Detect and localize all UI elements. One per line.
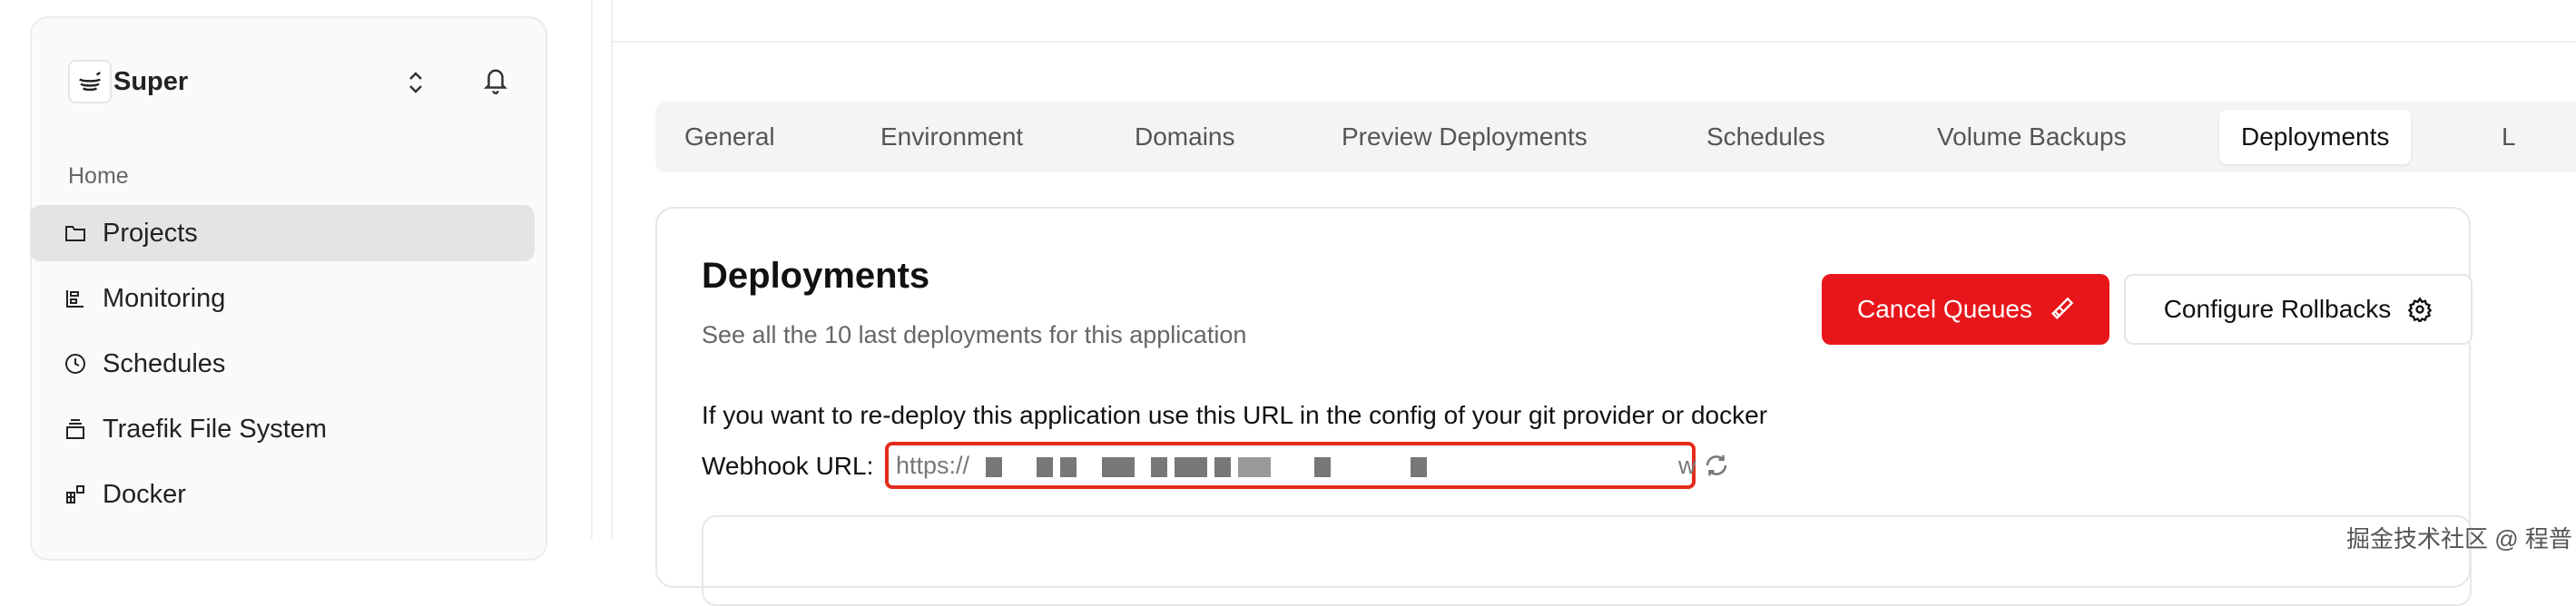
card-subtitle: See all the 10 last deployments for this… [702, 321, 1247, 348]
webhook-url-suffix: w [1678, 452, 1696, 479]
tab-domains[interactable]: Domains [1135, 102, 1234, 172]
sidebar-item-monitoring[interactable]: Monitoring [30, 270, 535, 327]
sidebar-item-projects[interactable]: Projects [30, 205, 535, 261]
configure-rollbacks-label: Configure Rollbacks [2163, 295, 2392, 323]
watermark: 掘金技术社区 @ 程普 [2346, 525, 2572, 552]
tab-preview-deployments[interactable]: Preview Deployments [1342, 102, 1588, 172]
sidebar-item-label: Docker [103, 479, 186, 509]
tab-volume-backups[interactable]: Volume Backups [1937, 102, 2127, 172]
webhook-url-highlight: https:// w [885, 442, 1696, 489]
tab-bar: General Environment Domains Preview Depl… [655, 102, 2576, 172]
webhook-info: If you want to re-deploy this applicatio… [702, 401, 1768, 429]
chevron-updown-icon[interactable] [406, 69, 426, 96]
webhook-url-prefix: https:// [896, 452, 970, 479]
divider [591, 0, 593, 539]
docker-icon [66, 485, 84, 503]
sidebar: Super Home Projects Monitoring Schedules… [30, 16, 547, 561]
configure-rollbacks-button[interactable]: Configure Rollbacks [2124, 274, 2473, 345]
deployments-card: Deployments See all the 10 last deployme… [655, 207, 2473, 606]
gear-icon [2407, 297, 2433, 322]
tab-schedules[interactable]: Schedules [1706, 102, 1825, 172]
team-logo [68, 60, 112, 103]
deployments-list [702, 515, 2472, 606]
tab-deployments[interactable]: Deployments [2219, 110, 2412, 164]
traefik-icon [66, 419, 84, 439]
folder-icon [65, 226, 85, 241]
divider [611, 0, 613, 539]
tab-environment[interactable]: Environment [880, 102, 1023, 172]
sidebar-item-docker[interactable]: Docker [30, 466, 535, 523]
cancel-queues-label: Cancel Queues [1856, 295, 2032, 323]
section-label: Home [68, 163, 129, 189]
paintbrush-icon [2051, 297, 2074, 319]
sidebar-item-label: Schedules [103, 348, 226, 378]
header-border [613, 41, 2576, 43]
tab-more[interactable]: L [2502, 102, 2516, 172]
sidebar-item-label: Projects [103, 218, 198, 248]
monitoring-icon [66, 290, 84, 308]
sidebar-item-schedules[interactable]: Schedules [30, 336, 535, 392]
sidebar-item-label: Monitoring [103, 283, 226, 313]
webhook-label: Webhook URL: [702, 452, 874, 480]
webhook-url[interactable]: https:// w [896, 452, 1696, 480]
tab-general[interactable]: General [684, 102, 775, 172]
sidebar-item-traefik[interactable]: Traefik File System [30, 401, 535, 457]
card-title: Deployments [702, 256, 930, 296]
refresh-icon[interactable] [1703, 452, 1730, 479]
team-name[interactable]: Super [113, 60, 188, 103]
sidebar-item-label: Traefik File System [103, 414, 328, 444]
cancel-queues-button[interactable]: Cancel Queues [1822, 274, 2109, 345]
clock-icon [65, 354, 85, 374]
bell-icon[interactable] [482, 65, 509, 96]
